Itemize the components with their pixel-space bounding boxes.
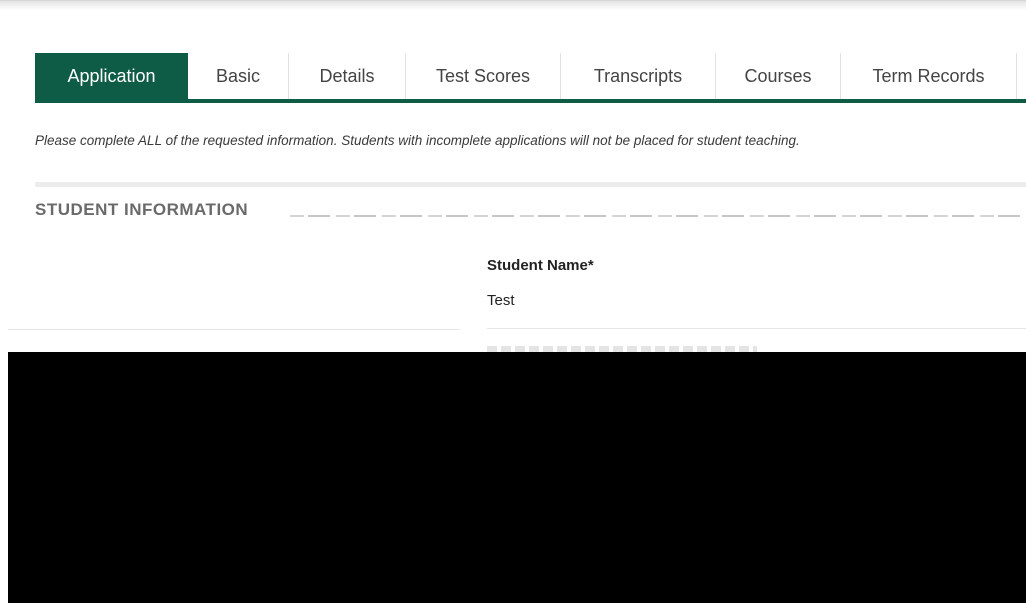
tab-transcripts[interactable]: Transcripts [561,53,716,99]
tab-bar: Application Basic Details Test Scores Tr… [35,53,1026,99]
tab-courses[interactable]: Courses [716,53,841,99]
redacted-region [8,352,1026,603]
row-divider-right [487,328,1026,329]
section-title-student-information: STUDENT INFORMATION [35,200,249,216]
tab-term-records[interactable]: Term Records [841,53,1017,99]
application-page: Application Basic Details Test Scores Tr… [0,0,1026,603]
instructions-notice: Please complete ALL of the requested inf… [35,133,800,148]
tab-details[interactable]: Details [289,53,406,99]
tab-basic[interactable]: Basic [188,53,289,99]
rendering-artifact-line [290,215,1020,217]
tab-application[interactable]: Application [35,53,188,99]
tab-underline [35,99,1026,103]
tab-test-scores[interactable]: Test Scores [406,53,561,99]
top-bar-shadow [0,0,1026,10]
student-name-value: Test [487,292,515,309]
row-divider-left [8,329,460,330]
section-divider [35,182,1026,187]
student-name-label: Student Name* [487,257,594,274]
